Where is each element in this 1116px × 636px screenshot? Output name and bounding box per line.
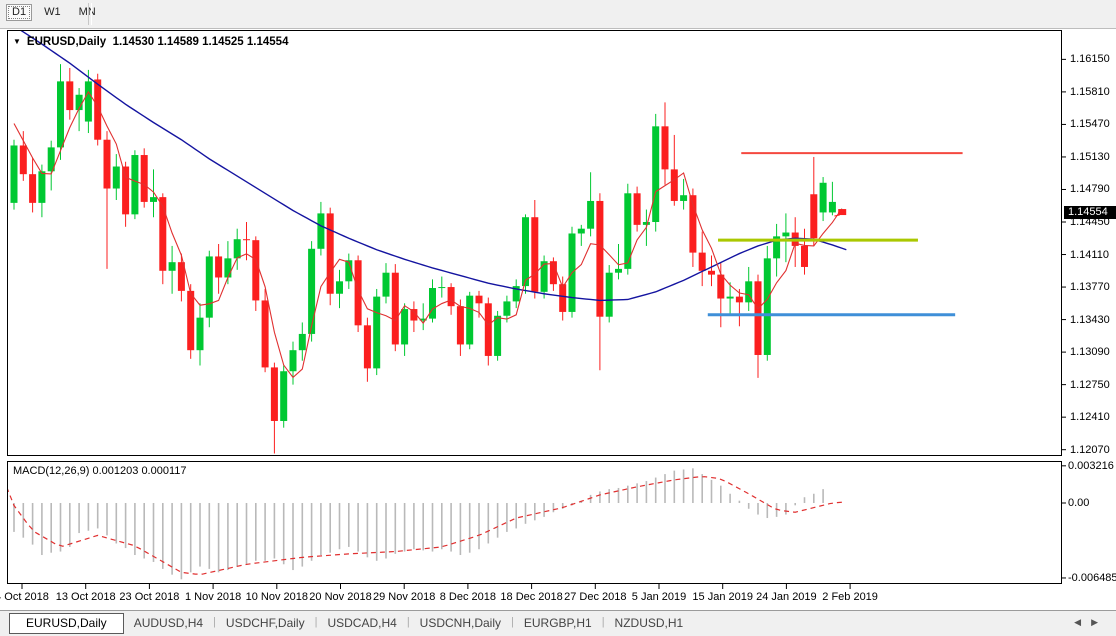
price-axis-label: 1.12070 <box>1070 443 1110 456</box>
chart-title: ▼ EURUSD,Daily 1.14530 1.14589 1.14525 1.… <box>13 36 288 48</box>
tab-scroll-left-button[interactable]: ◀ <box>1074 617 1091 627</box>
macd-axis-label: 0.00 <box>1068 497 1090 509</box>
macd-name: MACD(12,26,9) <box>13 465 90 477</box>
macd-histogram <box>13 468 824 580</box>
tab-usdcnh-daily[interactable]: USDCNH,Daily <box>410 613 511 634</box>
macd-axis-label: -0.006485 <box>1068 571 1116 584</box>
high-value: 1.14589 <box>157 36 199 48</box>
date-axis-label: 20 Nov 2018 <box>309 591 372 603</box>
price-axis-label: 1.14110 <box>1070 248 1109 261</box>
symbol-period-label: EURUSD,Daily <box>26 36 107 48</box>
date-axis-label: 4 Oct 2018 <box>0 591 49 603</box>
tab-usdchf-daily[interactable]: USDCHF,Daily <box>216 613 315 634</box>
price-axis-label: 1.15130 <box>1070 150 1110 163</box>
macd-signal-line <box>8 476 845 575</box>
date-axis-label: 10 Nov 2018 <box>245 591 308 603</box>
price-axis-label: 1.14790 <box>1070 183 1110 196</box>
price-axis-label: 1.13430 <box>1070 313 1110 326</box>
chevron-down-icon[interactable]: ▼ <box>13 37 21 46</box>
macd-layer <box>8 468 845 580</box>
last-price-marker <box>838 209 847 216</box>
date-axis-label: 27 Dec 2018 <box>564 591 627 603</box>
candlesticks <box>10 64 846 454</box>
macd-main-value: 0.001203 <box>92 465 139 477</box>
date-axis-label: 23 Oct 2018 <box>119 591 180 603</box>
price-axis-label: 1.12410 <box>1070 411 1110 424</box>
macd-signal-value: 0.000117 <box>141 465 187 477</box>
date-axis-label: 13 Oct 2018 <box>55 591 116 603</box>
date-axis-label: 15 Jan 2019 <box>692 591 753 603</box>
current-price-badge: 1.14554 <box>1064 206 1116 220</box>
price-axis-label: 1.15470 <box>1070 118 1110 131</box>
ma-fast-line <box>13 90 843 379</box>
macd-indicator-label: MACD(12,26,9) 0.001203 0.000117 <box>13 465 187 477</box>
macd-axis-label: 0.003216 <box>1068 459 1114 472</box>
date-axis-label: 5 Jan 2019 <box>631 591 687 603</box>
date-axis-label: 2 Feb 2019 <box>822 591 878 603</box>
price-axis-label: 1.13770 <box>1070 281 1110 294</box>
tab-eurgbp-h1[interactable]: EURGBP,H1 <box>514 613 602 634</box>
open-value: 1.14530 <box>112 36 155 48</box>
tab-usdcad-h4[interactable]: USDCAD,H4 <box>317 613 406 634</box>
price-axis-label: 1.16150 <box>1070 53 1110 66</box>
price-axis-label: 1.15810 <box>1070 85 1110 98</box>
tab-nzdusd-h1[interactable]: NZDUSD,H1 <box>605 613 694 634</box>
tab-audusd-h4[interactable]: AUDUSD,H4 <box>124 613 213 634</box>
price-axis-label: 1.12750 <box>1070 378 1110 391</box>
date-axis-label: 18 Dec 2018 <box>500 591 563 603</box>
low-value: 1.14525 <box>202 36 244 48</box>
date-axis-label: 8 Dec 2018 <box>439 591 497 603</box>
price-axis-label: 1.13090 <box>1070 346 1110 359</box>
chart-tab-bar: EURUSD,Daily AUDUSD,H4 | USDCHF,Daily | USDCA… <box>0 610 1116 636</box>
tab-scroll-right-button[interactable]: ▶ <box>1091 617 1108 627</box>
date-axis-label: 29 Nov 2018 <box>372 591 436 603</box>
chart-canvas <box>8 31 1066 589</box>
tab-eurusd-daily[interactable]: EURUSD,Daily <box>9 613 124 634</box>
close-value: 1.14554 <box>246 36 289 48</box>
ma-slow-line <box>20 31 847 302</box>
date-axis-label: 24 Jan 2019 <box>756 591 817 603</box>
price-chart-layer <box>10 31 963 454</box>
date-axis-label: 1 Nov 2018 <box>184 591 242 603</box>
